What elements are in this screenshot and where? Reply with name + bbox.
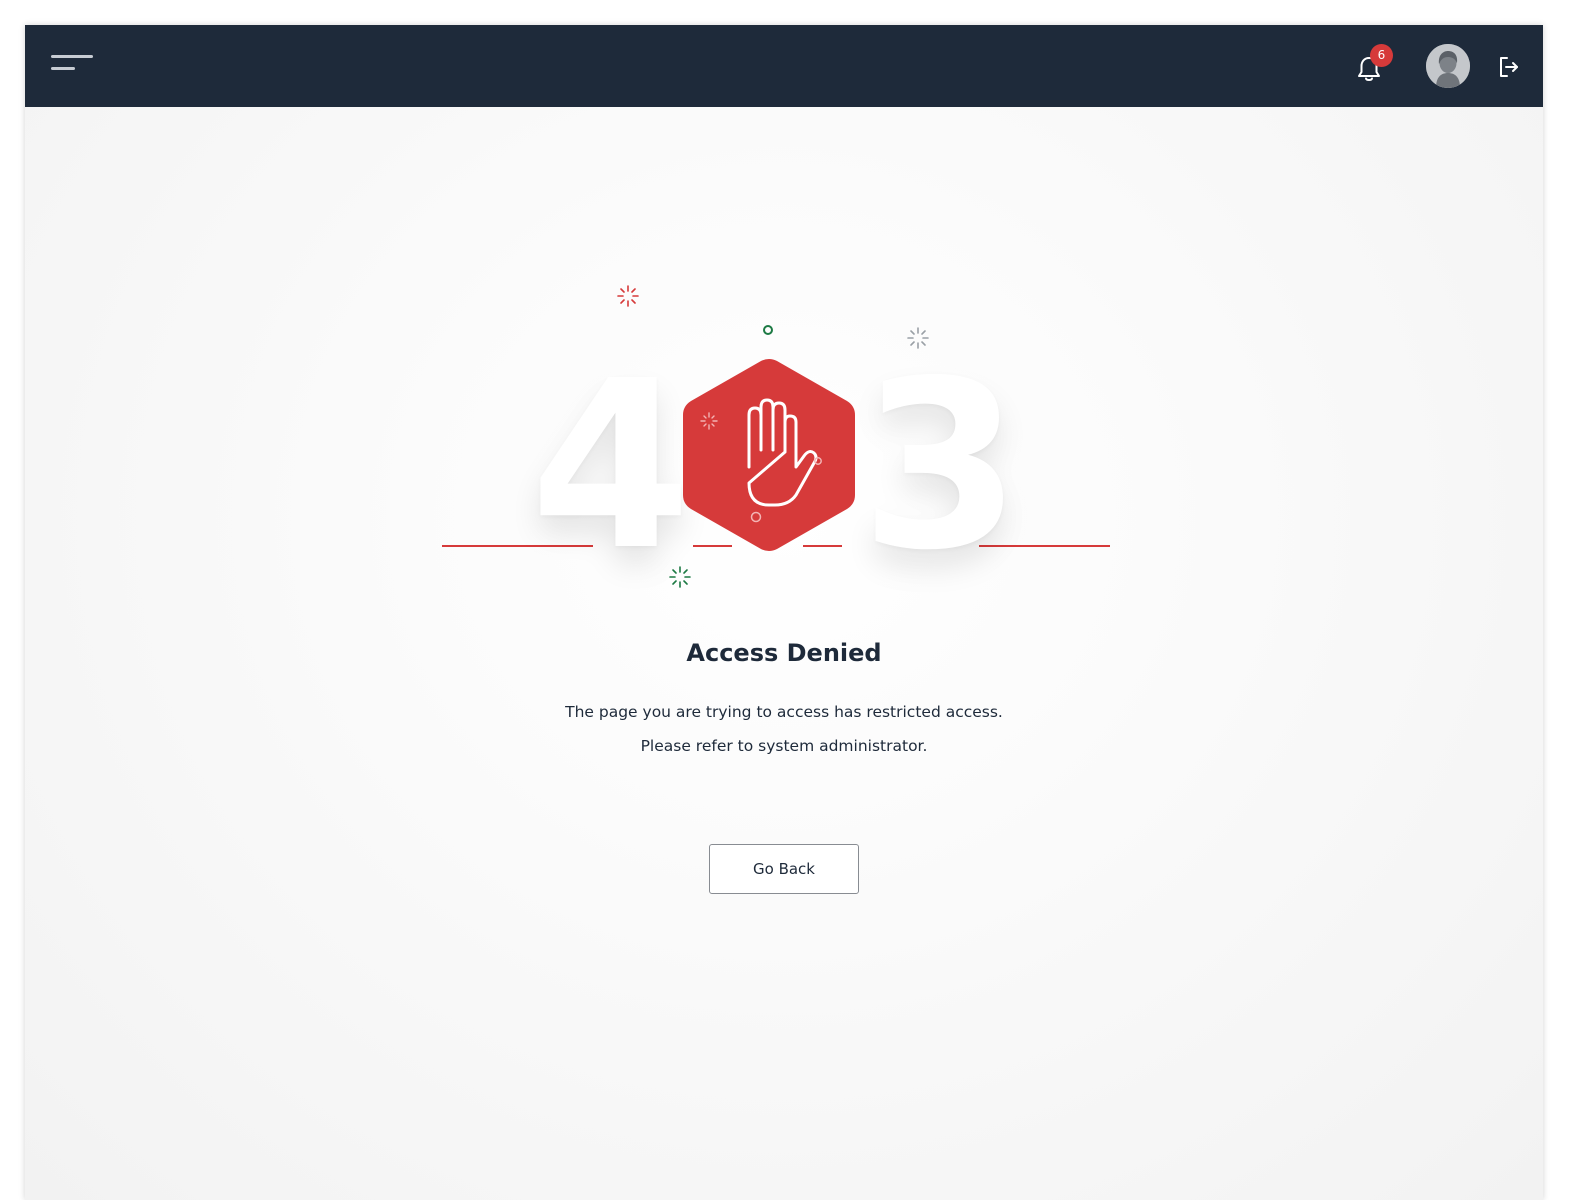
error-code-digit-right: 3 (860, 331, 1022, 601)
app-window: 6 4 3 Access Denied The page you are try… (25, 25, 1543, 1200)
go-back-button[interactable]: Go Back (709, 844, 859, 894)
red-sparkle-icon (617, 285, 639, 307)
stop-hand-hexagon-icon (683, 359, 855, 551)
error-code-digit-left: 4 (530, 331, 692, 601)
error-message-line-1: The page you are trying to access has re… (565, 703, 1003, 721)
page-title: Access Denied (686, 639, 882, 667)
error-illustration: 4 3 (25, 25, 1543, 1200)
green-circle-icon (763, 325, 773, 335)
error-message-line-2: Please refer to system administrator. (640, 737, 928, 755)
